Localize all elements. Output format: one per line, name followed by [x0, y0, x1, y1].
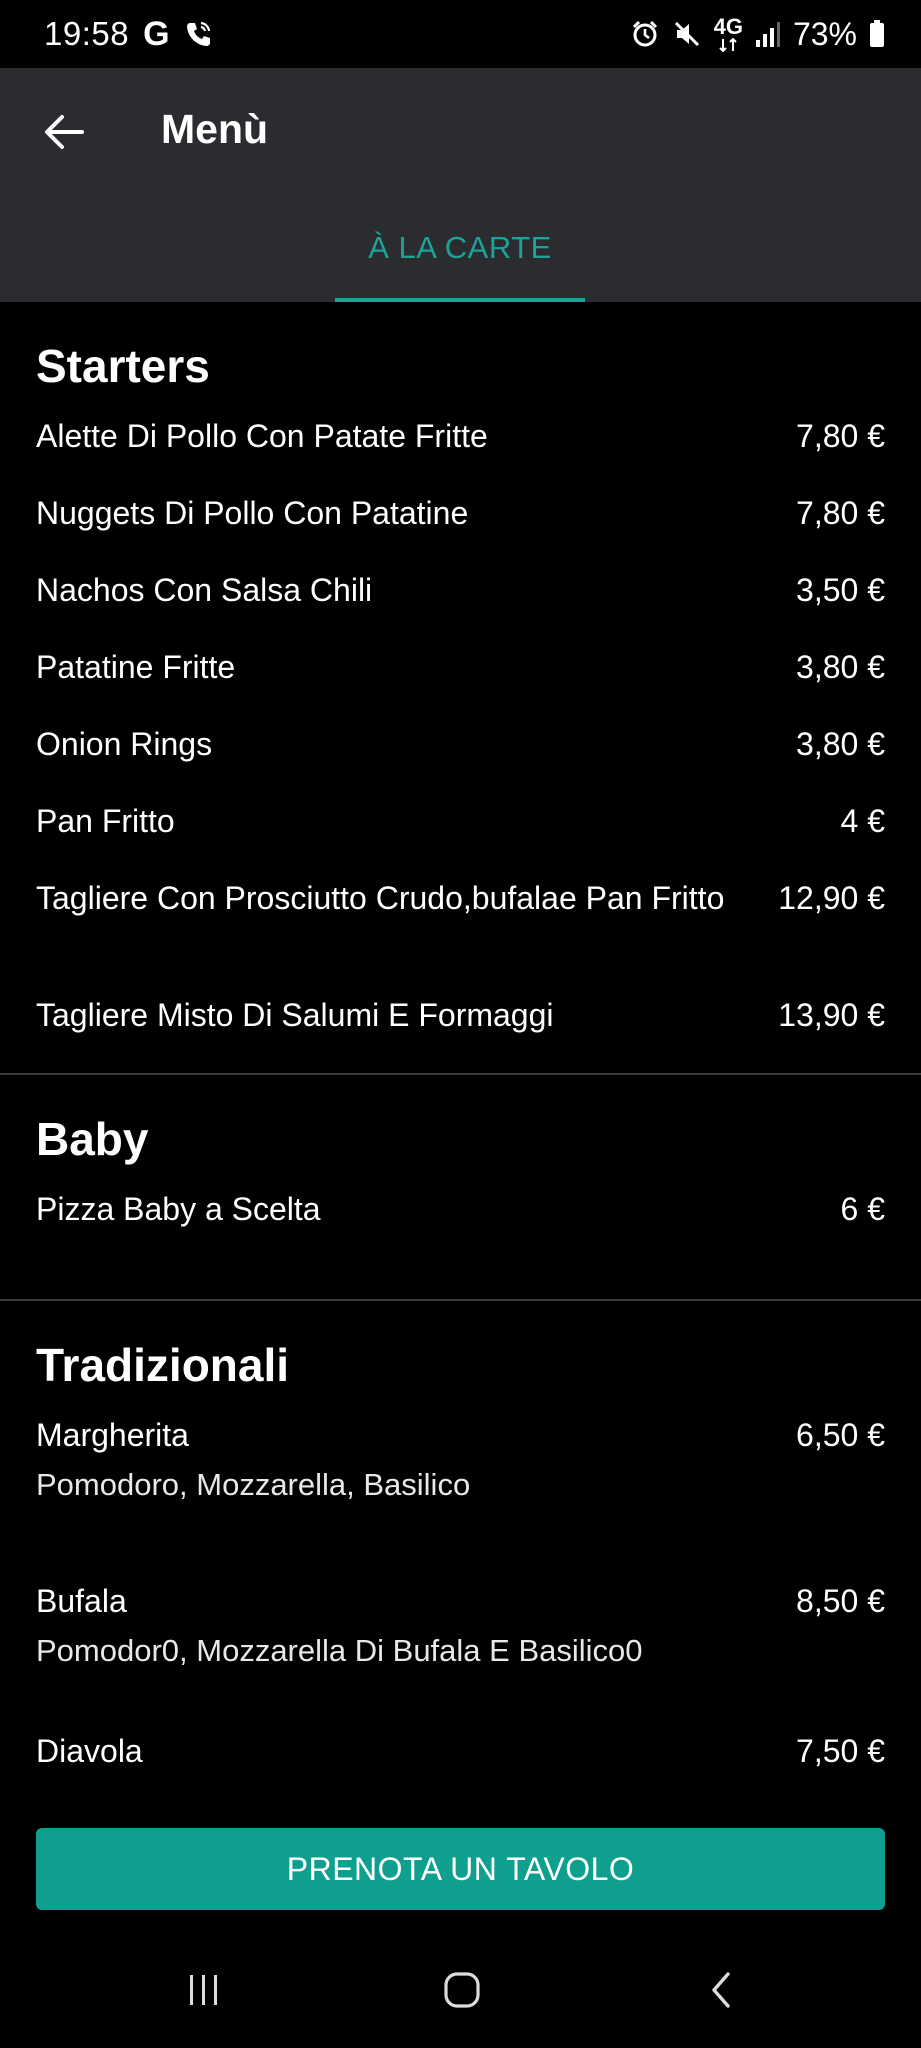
status-time: 19:58	[44, 15, 130, 52]
mute-icon	[672, 17, 702, 51]
item-name: Patatine Fritte	[36, 649, 236, 685]
book-table-button[interactable]: PRENOTA UN TAVOLO	[36, 1828, 885, 1910]
menu-item[interactable]: Tagliere Misto Di Salumi E Formaggi 13,9…	[0, 995, 921, 1073]
item-name: Pan Fritto	[36, 803, 175, 839]
menu-item[interactable]: Bufala 8,50 € Pomodor0, Mozzarella Di Bu…	[0, 1581, 921, 1731]
menu-item[interactable]: Pizza Baby a Scelta 6 €	[0, 1189, 921, 1299]
battery-icon	[869, 17, 885, 51]
item-price: 3,80 €	[796, 649, 885, 685]
network-4g-icon: 4G	[713, 14, 743, 52]
section-starters: Starters Alette Di Pollo Con Patate Frit…	[0, 302, 921, 1073]
item-name: Nachos Con Salsa Chili	[36, 572, 373, 608]
arrow-left-icon	[45, 115, 84, 149]
home-button[interactable]	[422, 1962, 502, 2018]
nav-back-button[interactable]	[681, 1962, 761, 2018]
system-nav-bar	[0, 1940, 921, 2048]
item-name: Bufala	[36, 1583, 127, 1619]
home-icon	[444, 1972, 480, 2008]
app-bar: Menù À LA CARTE	[0, 68, 921, 302]
item-header: Diavola 7,50 €	[0, 1731, 921, 1771]
item-name: Onion Rings	[36, 726, 213, 762]
item-price: 6,50 €	[796, 1417, 885, 1453]
item-price: 3,80 €	[796, 726, 885, 762]
book-table-label: PRENOTA UN TAVOLO	[286, 1850, 635, 1887]
item-name: Tagliere Con Prosciutto Crudo,bufalae Pa…	[36, 880, 725, 916]
status-bar: 19:58 G 4G 73%	[0, 0, 921, 68]
menu-content: Starters Alette Di Pollo Con Patate Frit…	[0, 302, 921, 1811]
item-price: 4 €	[840, 803, 885, 839]
item-name: Diavola	[36, 1733, 143, 1769]
item-price: 7,80 €	[796, 418, 885, 454]
item-description: Pomodoro, Mozzarella, Basilico	[36, 1467, 471, 1502]
google-g-icon: G	[143, 14, 170, 53]
section-tradizionali: Tradizionali Margherita 6,50 € Pomodoro,…	[0, 1301, 921, 1811]
section-title: Tradizionali	[36, 1339, 290, 1391]
back-chevron-icon	[712, 1972, 730, 2008]
battery-level: 73%	[792, 15, 857, 52]
menu-item[interactable]: Margherita 6,50 € Pomodoro, Mozzarella, …	[0, 1415, 921, 1581]
item-name: Alette Di Pollo Con Patate Fritte	[36, 418, 488, 454]
status-left: 19:58 G	[44, 15, 212, 53]
menu-item[interactable]: Diavola 7,50 €	[0, 1731, 921, 1811]
signal-icon	[755, 17, 781, 51]
section-baby: Baby Pizza Baby a Scelta 6 €	[0, 1075, 921, 1299]
menu-item[interactable]: Onion Rings 3,80 €	[0, 724, 921, 801]
section-title: Baby	[36, 1113, 149, 1165]
item-description: Pomodor0, Mozzarella Di Bufala E Basilic…	[36, 1633, 643, 1668]
menu-item[interactable]: Nachos Con Salsa Chili 3,50 €	[0, 570, 921, 647]
app-screen: 19:58 G 4G 73% Menù À LA CARTE Starters …	[0, 0, 921, 2048]
item-header: Bufala 8,50 €	[0, 1581, 921, 1621]
status-right: 4G 73%	[630, 16, 885, 53]
page-title: Menù	[161, 106, 269, 152]
item-name: Margherita	[36, 1417, 189, 1453]
menu-item[interactable]: Nuggets Di Pollo Con Patatine 7,80 €	[0, 493, 921, 570]
item-price: 3,50 €	[796, 572, 885, 608]
item-name: Tagliere Misto Di Salumi E Formaggi	[36, 997, 554, 1033]
menu-item[interactable]: Pan Fritto 4 €	[0, 801, 921, 878]
item-price: 7,50 €	[796, 1733, 885, 1769]
item-price: 7,80 €	[796, 495, 885, 531]
item-price: 12,90 €	[778, 880, 885, 916]
menu-item[interactable]: Patatine Fritte 3,80 €	[0, 647, 921, 724]
item-name: Nuggets Di Pollo Con Patatine	[36, 495, 469, 531]
network-type: 4G	[713, 14, 743, 39]
item-name: Pizza Baby a Scelta	[36, 1191, 321, 1227]
section-title: Starters	[36, 340, 210, 392]
item-price: 8,50 €	[796, 1583, 885, 1619]
item-price: 6 €	[840, 1191, 885, 1227]
alarm-icon	[630, 17, 660, 51]
back-button[interactable]	[34, 102, 94, 162]
menu-item[interactable]: Alette Di Pollo Con Patate Fritte 7,80 €	[0, 416, 921, 493]
recent-apps-icon	[190, 1975, 217, 2005]
wifi-calling-icon	[184, 17, 212, 51]
item-price: 13,90 €	[778, 997, 885, 1033]
tab-label: À LA CARTE	[368, 230, 552, 265]
item-header: Margherita 6,50 €	[0, 1415, 921, 1455]
menu-item[interactable]: Tagliere Con Prosciutto Crudo,bufalae Pa…	[0, 878, 921, 995]
recent-apps-button[interactable]	[164, 1962, 244, 2018]
tab-a-la-carte[interactable]: À LA CARTE	[335, 218, 585, 302]
